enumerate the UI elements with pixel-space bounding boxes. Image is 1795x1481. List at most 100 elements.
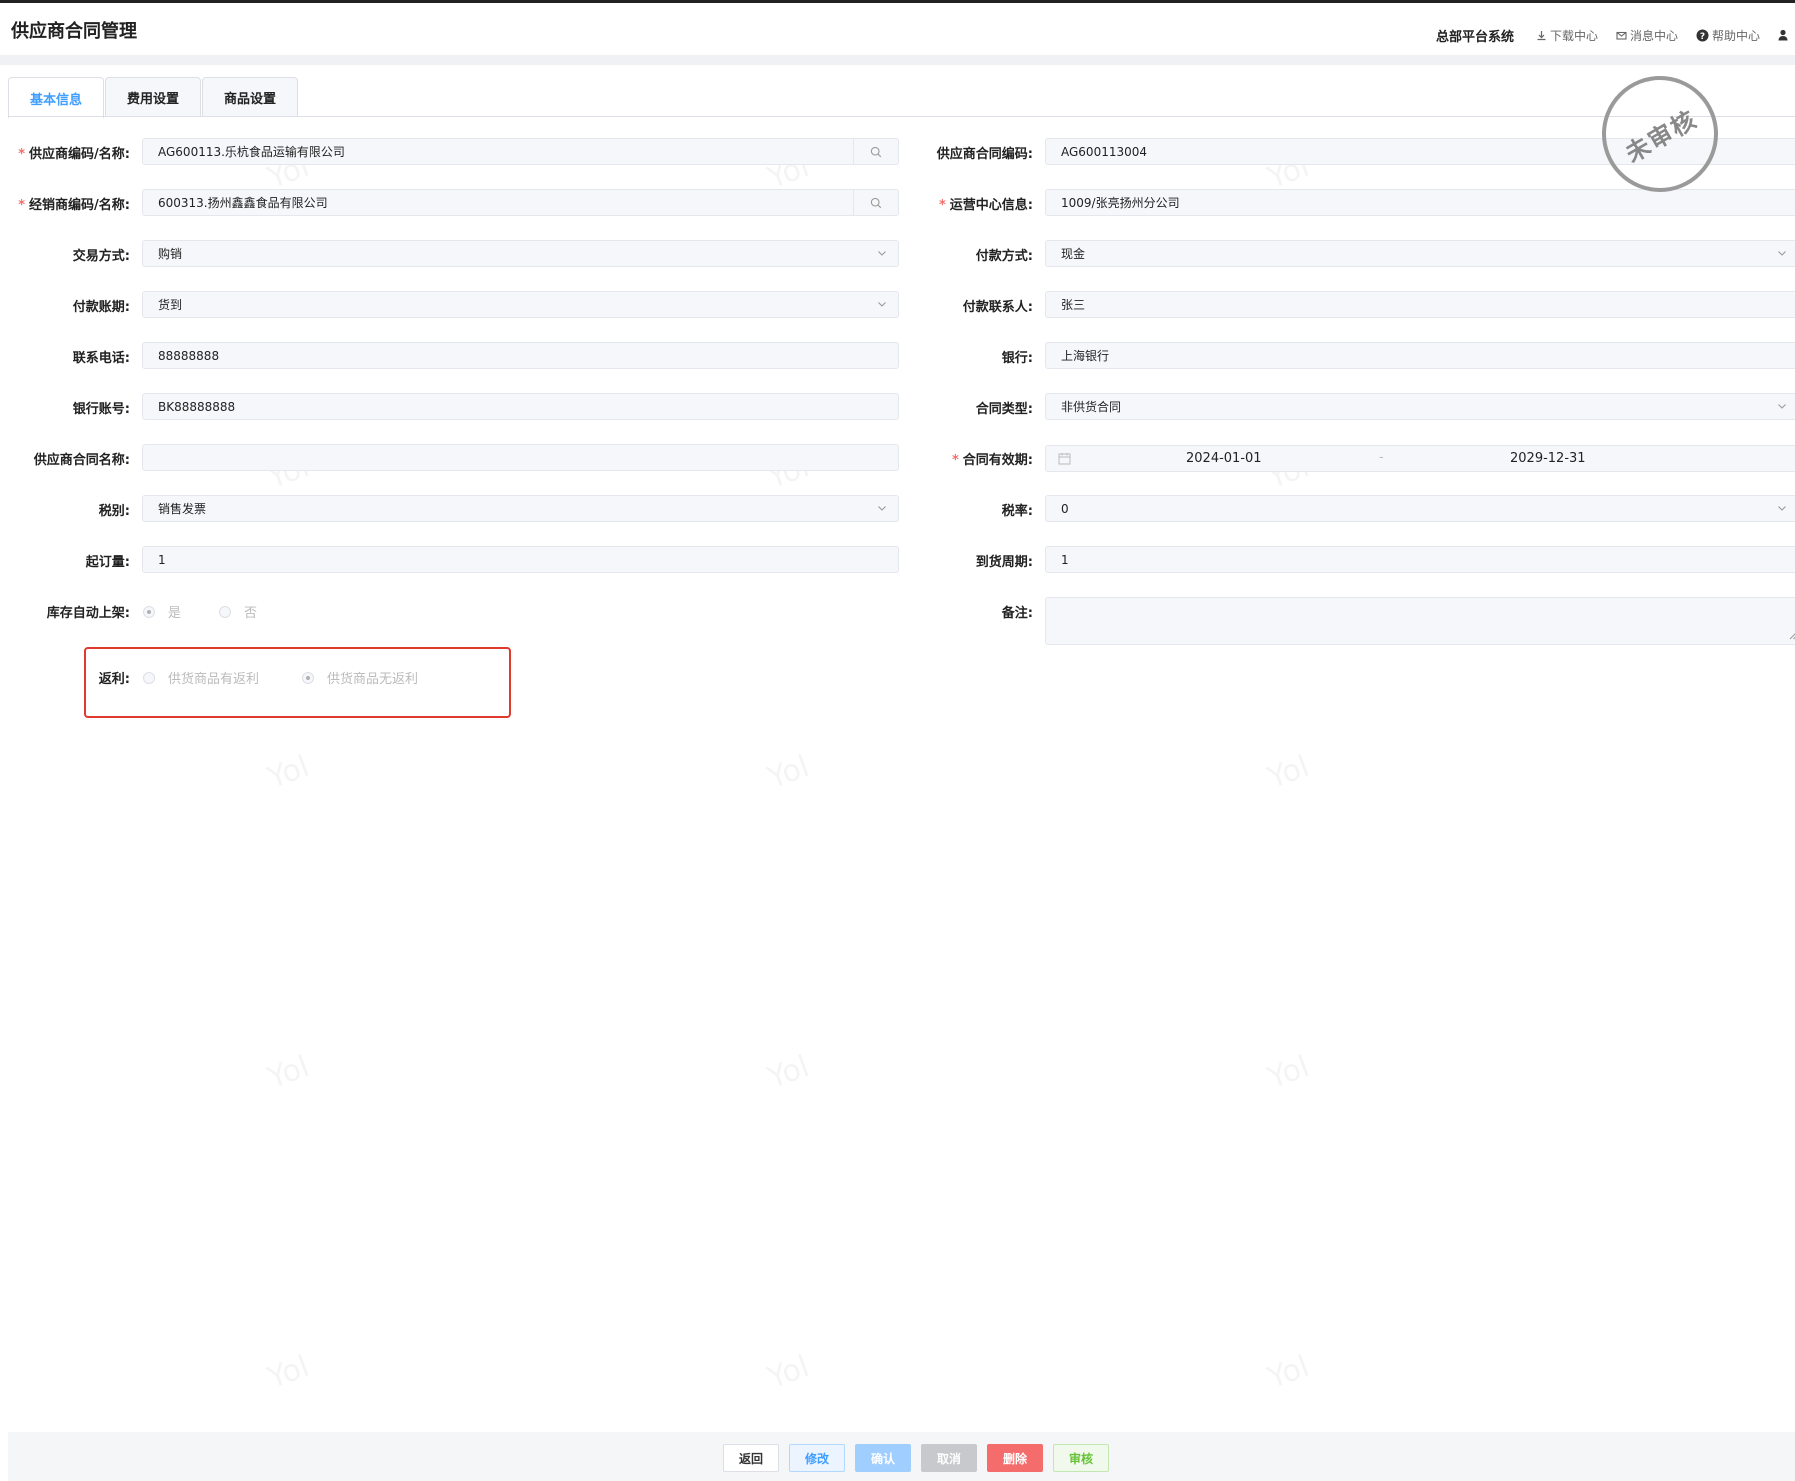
delete-button[interactable]: 删除 xyxy=(987,1444,1043,1472)
resize-handle-icon[interactable] xyxy=(1789,631,1795,640)
svg-text:?: ? xyxy=(1700,32,1705,42)
delivery-cycle-value: 1 xyxy=(1061,552,1069,567)
contract-type-value: 非供货合同 xyxy=(1061,400,1122,414)
header-toolbar: 总部平台系统 下载中心 消息中心 ? 帮助中心 xyxy=(1436,25,1795,45)
ops-center-value: 1009/张亮扬州分公司 xyxy=(1061,196,1180,210)
bank-account-label: 银行账号: xyxy=(72,402,130,417)
tax-rate-label: 税率: xyxy=(1001,504,1033,519)
pay-method-select[interactable]: 现金 xyxy=(1045,240,1795,267)
download-center-label: 下载中心 xyxy=(1549,28,1598,43)
header-divider xyxy=(0,55,1795,65)
message-center-label: 消息中心 xyxy=(1629,28,1678,43)
tab-bar: 基本信息 费用设置 商品设置 xyxy=(8,77,299,118)
bank-account-field[interactable]: BK88888888 xyxy=(142,393,899,420)
pay-term-label: 付款账期: xyxy=(72,300,130,315)
page-header: 供应商合同管理 总部平台系统 下载中心 消息中心 ? 帮助中心 xyxy=(0,3,1795,55)
audit-button[interactable]: 审核 xyxy=(1053,1444,1109,1472)
rebate-has-label: 供货商品有返利 xyxy=(168,672,260,687)
delivery-cycle-label: 到货周期: xyxy=(975,555,1033,570)
chevron-down-icon xyxy=(878,506,886,511)
auto-shelf-option-no[interactable]: 否 xyxy=(219,602,257,621)
phone-field[interactable]: 88888888 xyxy=(142,342,899,369)
bank-label: 银行: xyxy=(1001,351,1033,366)
phone-label: 联系电话: xyxy=(72,351,130,366)
tax-rate-select[interactable]: 0 xyxy=(1045,495,1795,522)
supplier-search-button[interactable] xyxy=(853,139,898,164)
back-button[interactable]: 返回 xyxy=(723,1444,779,1472)
user-menu[interactable] xyxy=(1778,29,1791,41)
dealer-value: 600313.扬州鑫鑫食品有限公司 xyxy=(158,196,328,210)
edit-button[interactable]: 修改 xyxy=(789,1444,845,1472)
tax-type-label: 税别: xyxy=(98,504,130,519)
tax-rate-value: 0 xyxy=(1061,501,1069,516)
tab-fee-settings[interactable]: 费用设置 xyxy=(105,77,201,117)
radio-unchecked-icon xyxy=(143,671,155,684)
rebate-label: 返利: xyxy=(98,672,130,687)
validity-separator: - xyxy=(1379,450,1384,465)
validity-start[interactable]: 2024-01-01 xyxy=(1186,451,1262,466)
pay-contact-value: 张三 xyxy=(1061,298,1086,312)
tab-product-settings[interactable]: 商品设置 xyxy=(202,77,298,117)
tax-type-select[interactable]: 销售发票 xyxy=(142,495,899,522)
trade-mode-select[interactable]: 购销 xyxy=(142,240,899,267)
pay-term-select[interactable]: 货到 xyxy=(142,291,899,318)
trade-mode-value: 购销 xyxy=(158,247,183,261)
validity-date-range[interactable]: 2024-01-01 - 2029-12-31 xyxy=(1045,445,1795,472)
cancel-button[interactable]: 取消 xyxy=(921,1444,977,1472)
tab-basic-info[interactable]: 基本信息 xyxy=(8,77,104,118)
system-name[interactable]: 总部平台系统 xyxy=(1436,26,1514,45)
min-order-label: 起订量: xyxy=(85,555,130,570)
min-order-value: 1 xyxy=(158,552,166,567)
action-buttons: 返回 修改 确认 取消 删除 审核 xyxy=(723,1444,1119,1472)
watermark: Yol xyxy=(1263,1049,1314,1096)
validity-end[interactable]: 2029-12-31 xyxy=(1510,451,1586,466)
pay-method-value: 现金 xyxy=(1061,247,1086,261)
help-center-label: 帮助中心 xyxy=(1711,28,1760,43)
watermark: Yol xyxy=(1263,1349,1314,1396)
radio-checked-icon xyxy=(143,605,155,618)
search-icon xyxy=(870,146,882,157)
ops-center-field[interactable]: 1009/张亮扬州分公司 xyxy=(1045,189,1795,216)
remark-textarea[interactable] xyxy=(1045,597,1795,645)
watermark: Yol xyxy=(263,1349,314,1396)
radio-unchecked-icon xyxy=(219,605,231,618)
rebate-option-none[interactable]: 供货商品无返利 xyxy=(302,668,418,687)
calendar-icon xyxy=(1058,453,1071,465)
stamp-text: 未审核 xyxy=(1620,104,1703,168)
pay-method-label: 付款方式: xyxy=(975,249,1033,264)
radio-checked-icon xyxy=(302,671,314,684)
bank-field[interactable]: 上海银行 xyxy=(1045,342,1795,369)
message-center-link[interactable]: 消息中心 xyxy=(1616,27,1678,44)
contract-type-label: 合同类型: xyxy=(975,402,1033,417)
delivery-cycle-field[interactable]: 1 xyxy=(1045,546,1795,573)
ops-center-label: * 运营中心信息: xyxy=(938,198,1033,213)
contract-name-field[interactable] xyxy=(142,444,899,471)
supplier-field[interactable]: AG600113.乐杭食品运输有限公司 xyxy=(142,138,899,165)
contract-name-label: 供应商合同名称: xyxy=(33,453,130,468)
pay-contact-field[interactable]: 张三 xyxy=(1045,291,1795,318)
supplier-value: AG600113.乐杭食品运输有限公司 xyxy=(158,145,345,159)
supplier-label: * 供应商编码/名称: xyxy=(18,147,130,162)
tax-type-value: 销售发票 xyxy=(158,502,207,516)
dealer-field[interactable]: 600313.扬州鑫鑫食品有限公司 xyxy=(142,189,899,216)
auto-shelf-no-label: 否 xyxy=(244,606,258,621)
help-center-link[interactable]: ? 帮助中心 xyxy=(1696,27,1760,44)
confirm-button[interactable]: 确认 xyxy=(855,1444,911,1472)
unreviewed-stamp: 未审核 xyxy=(1602,76,1718,192)
rebate-option-has[interactable]: 供货商品有返利 xyxy=(143,668,259,687)
dealer-search-button[interactable] xyxy=(853,190,898,215)
contract-code-label: 供应商合同编码: xyxy=(936,147,1033,162)
download-center-link[interactable]: 下载中心 xyxy=(1536,27,1598,44)
min-order-field[interactable]: 1 xyxy=(142,546,899,573)
chevron-down-icon xyxy=(1778,251,1786,256)
phone-value: 88888888 xyxy=(158,348,220,363)
help-icon: ? xyxy=(1696,29,1709,42)
bank-value: 上海银行 xyxy=(1061,349,1110,363)
remark-label: 备注: xyxy=(1001,606,1033,621)
watermark: Yol xyxy=(763,1049,814,1096)
auto-shelf-option-yes[interactable]: 是 xyxy=(143,602,181,621)
bank-account-value: BK88888888 xyxy=(158,399,236,414)
chevron-down-icon xyxy=(878,251,886,256)
watermark: Yol xyxy=(1263,749,1314,796)
contract-type-select[interactable]: 非供货合同 xyxy=(1045,393,1795,420)
